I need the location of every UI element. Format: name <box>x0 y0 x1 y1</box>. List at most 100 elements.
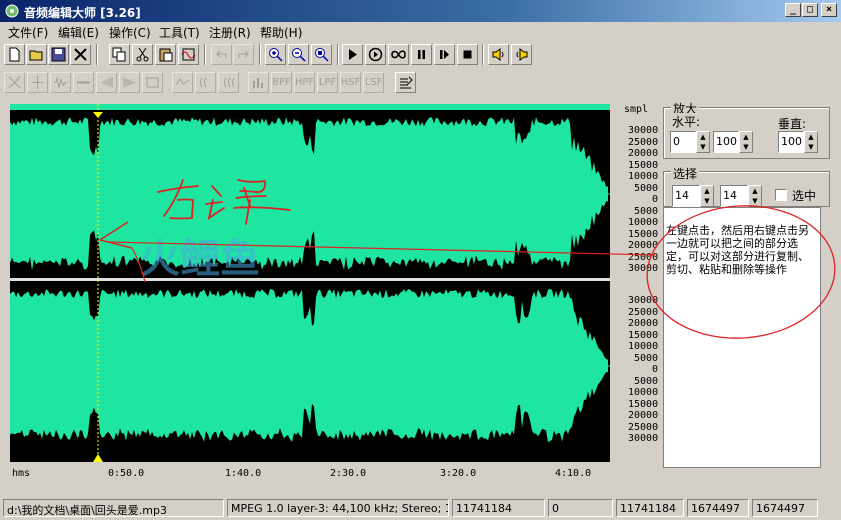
close-file-button[interactable] <box>70 44 91 65</box>
pause-icon <box>418 50 425 59</box>
new-file-button[interactable] <box>4 44 25 65</box>
zoom-out-button[interactable] <box>288 44 309 65</box>
effect-button-5[interactable] <box>96 72 117 93</box>
menu-edit[interactable]: 编辑(E) <box>58 24 99 41</box>
status-selection-end: 11741184 <box>616 499 684 517</box>
cursor-marker-top[interactable] <box>93 112 103 118</box>
channel-left-button[interactable] <box>488 44 509 65</box>
scale-tick-label: 20000 <box>628 410 659 421</box>
scale-tick-label: 15000 <box>628 329 659 341</box>
scissors-icon <box>136 47 149 62</box>
save-icon <box>51 47 66 62</box>
zoom-v-spinner[interactable]: ▲ ▼ <box>804 131 818 153</box>
channel-divider <box>10 278 610 281</box>
mix-paste-button[interactable] <box>178 44 199 65</box>
effect-button-2[interactable] <box>27 72 48 93</box>
fade-in-icon <box>100 77 113 88</box>
zoom-v-input[interactable]: 100 <box>778 131 804 153</box>
select-end-input[interactable]: 14 <box>720 185 748 207</box>
zoom-h-end-input[interactable]: 100 <box>713 131 739 153</box>
zoom-out-icon <box>292 48 306 62</box>
menu-register[interactable]: 注册(R) <box>209 24 251 41</box>
stop-icon <box>463 50 472 59</box>
open-file-button[interactable] <box>26 44 47 65</box>
split-icon <box>32 76 43 89</box>
stop-button[interactable] <box>457 44 478 65</box>
timeline-tick-label: 3:20.0 <box>440 468 477 479</box>
scale-tick-label: 30000 <box>628 263 659 274</box>
select-end-spinner[interactable]: ▲ ▼ <box>748 185 762 207</box>
lsf-button[interactable]: LSF <box>363 72 384 93</box>
menu-operation[interactable]: 操作(C) <box>109 24 151 41</box>
effect-button-10[interactable] <box>218 72 239 93</box>
effect-button-1[interactable] <box>4 72 25 93</box>
menu-help[interactable]: 帮助(H) <box>260 24 302 41</box>
top-ruler <box>10 104 610 110</box>
menu-file[interactable]: 文件(F) <box>8 24 48 41</box>
fade-out-icon <box>123 77 136 88</box>
paste-icon <box>159 48 173 62</box>
effect-button-6[interactable] <box>119 72 140 93</box>
zoom-in-button[interactable] <box>265 44 286 65</box>
waveform-view[interactable] <box>10 104 610 462</box>
reverse-icon <box>175 78 190 86</box>
redo-button[interactable] <box>233 44 254 65</box>
vertical-label: 垂直: <box>776 115 809 132</box>
bpf-button[interactable]: BPF <box>271 72 292 93</box>
scale-tick-label: 25000 <box>628 251 659 263</box>
cut-button[interactable] <box>132 44 153 65</box>
toolbar-separator <box>337 44 339 65</box>
waveform-canvas[interactable] <box>10 104 610 462</box>
pause-button[interactable] <box>411 44 432 65</box>
menu-tools[interactable]: 工具(T) <box>159 24 200 41</box>
redo-icon <box>238 50 249 58</box>
play-icon <box>349 49 357 60</box>
x-icon <box>74 48 87 61</box>
effect-button-4[interactable] <box>73 72 94 93</box>
info-textbox: 左键点击，然后用右键点击另一边就可以把之间的部分选定，可以对这部分进行复制、剪切… <box>663 207 821 468</box>
copy-button[interactable] <box>109 44 130 65</box>
play-circle-icon <box>368 47 383 62</box>
loop-button[interactable] <box>388 44 409 65</box>
reverb-icon <box>224 77 235 88</box>
zoom-fit-button[interactable] <box>311 44 332 65</box>
play-selection-button[interactable] <box>365 44 386 65</box>
save-button[interactable] <box>48 44 69 65</box>
play-button[interactable] <box>342 44 363 65</box>
effect-button-11[interactable] <box>248 72 269 93</box>
channel-right-button[interactable] <box>511 44 532 65</box>
toolbar-separator <box>96 44 98 65</box>
undo-button[interactable] <box>211 44 232 65</box>
timeline-tick-label: 2:30.0 <box>330 468 367 479</box>
properties-button[interactable] <box>395 72 416 93</box>
effect-button-9[interactable] <box>195 72 216 93</box>
left-channel-wave <box>10 117 610 271</box>
close-button[interactable]: × <box>821 3 837 17</box>
timeline-unit-label: hms <box>12 468 31 479</box>
minimize-button[interactable]: _ <box>785 3 801 17</box>
step-button[interactable] <box>434 44 455 65</box>
zoom-h-start-spinner[interactable]: ▲ ▼ <box>696 131 710 153</box>
scale-tick-label: 0 <box>652 364 659 375</box>
folder-open-icon <box>29 50 43 61</box>
selected-checkbox[interactable] <box>775 189 787 201</box>
scale-tick-label: 5000 <box>634 182 659 194</box>
zoom-h-end-spinner[interactable]: ▲ ▼ <box>739 131 753 153</box>
effect-button-3[interactable] <box>50 72 71 93</box>
paste-button[interactable] <box>155 44 176 65</box>
effect-button-8[interactable] <box>172 72 193 93</box>
select-start-input[interactable]: 14 <box>672 185 700 207</box>
maximize-button[interactable]: □ <box>802 3 818 17</box>
crosshair-icon <box>8 76 21 89</box>
lpf-button[interactable]: LPF <box>317 72 338 93</box>
zoom-h-start-input[interactable]: 0 <box>670 131 696 153</box>
select-start-spinner[interactable]: ▲ ▼ <box>700 185 714 207</box>
step-icon <box>440 50 449 59</box>
hpf-button[interactable]: HPF <box>294 72 315 93</box>
loop-icon <box>391 50 406 59</box>
scale-unit-label: smpl <box>624 104 649 115</box>
hsf-button[interactable]: HSF <box>340 72 361 93</box>
cursor-marker-bottom[interactable] <box>93 454 103 462</box>
right-channel-wave <box>10 289 610 443</box>
effect-button-7[interactable] <box>142 72 163 93</box>
